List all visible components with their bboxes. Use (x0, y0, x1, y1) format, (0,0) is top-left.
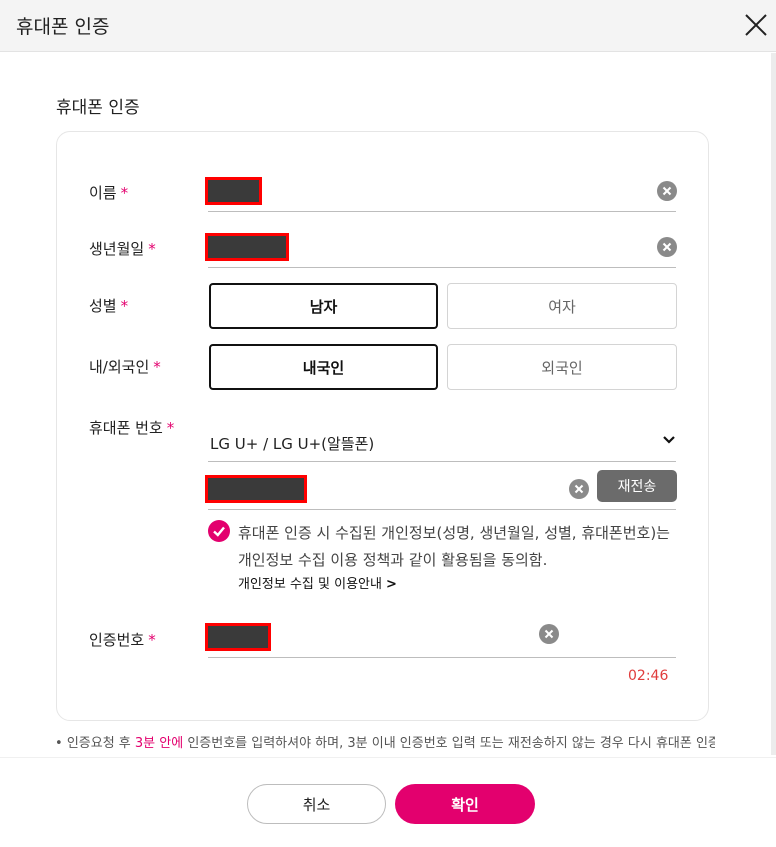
carrier-select[interactable]: LG U+ / LG U+(알뜰폰) (208, 425, 676, 461)
chevron-down-icon (663, 436, 675, 444)
foreigner-button[interactable]: 외국인 (447, 344, 677, 390)
gender-label: 성별 * (89, 297, 129, 315)
consent-text: 휴대폰 인증 시 수집된 개인정보(성명, 생년월일, 성별, 휴대폰번호)는 … (238, 524, 670, 569)
close-icon[interactable] (742, 11, 770, 39)
modal-header: 휴대폰 인증 (0, 0, 776, 52)
nationality-label: 내/외국인 * (89, 358, 161, 376)
cancel-button[interactable]: 취소 (247, 784, 386, 824)
chevron-right-icon: > (385, 577, 397, 592)
birth-field-redacted[interactable] (205, 233, 289, 261)
name-underline (208, 211, 676, 212)
resend-button[interactable]: 재전송 (597, 470, 677, 502)
check-icon (213, 526, 225, 537)
phone-label: 휴대폰 번호 * (89, 419, 175, 437)
code-field-redacted[interactable] (205, 623, 271, 651)
name-label: 이름 * (89, 184, 129, 202)
clear-icon[interactable] (657, 237, 677, 257)
notice-text: • 인증요청 후 3분 안에 인증번호를 입력하셔야 하며, 3분 이내 인증번… (55, 736, 715, 751)
gender-female-button[interactable]: 여자 (447, 283, 677, 329)
confirm-button[interactable]: 확인 (395, 784, 535, 824)
section-title: 휴대폰 인증 (56, 98, 140, 118)
modal-title: 휴대폰 인증 (16, 16, 110, 38)
scrollbar[interactable] (771, 53, 776, 755)
privacy-policy-link[interactable]: 개인정보 수집 및 이용안내 > (238, 573, 397, 592)
name-field-redacted[interactable] (205, 177, 262, 205)
code-label: 인증번호 * (89, 631, 156, 649)
countdown-timer: 02:46 (628, 668, 669, 684)
carrier-underline (208, 461, 676, 462)
clear-icon[interactable] (569, 479, 589, 499)
birth-label: 생년월일 * (89, 240, 156, 258)
clear-icon[interactable] (539, 624, 559, 644)
birth-underline (208, 267, 676, 268)
carrier-value: LG U+ / LG U+(알뜰폰) (210, 435, 375, 453)
phone-underline (208, 509, 676, 510)
clear-icon[interactable] (657, 181, 677, 201)
domestic-button[interactable]: 내국인 (209, 344, 438, 390)
gender-male-button[interactable]: 남자 (209, 283, 438, 329)
code-underline (208, 657, 676, 658)
footer-divider (0, 757, 776, 758)
consent-checkbox[interactable] (208, 520, 230, 542)
phone-field-redacted[interactable] (205, 475, 307, 503)
